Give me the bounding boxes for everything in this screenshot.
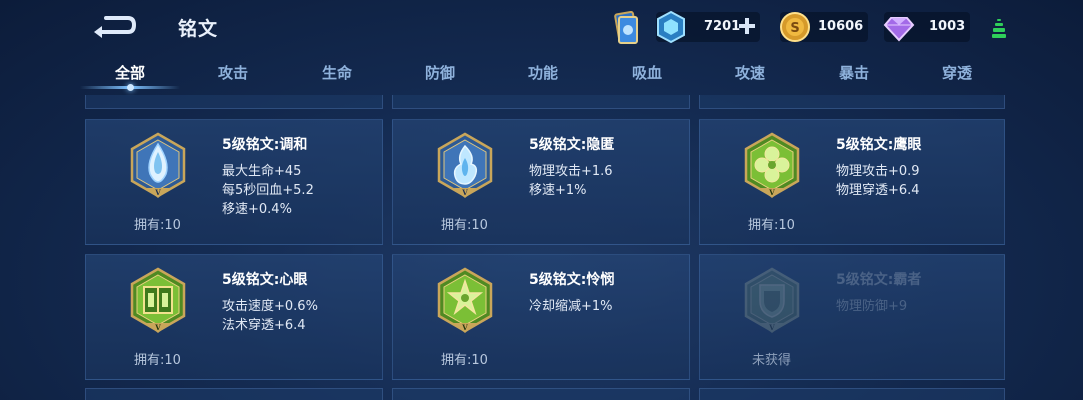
previous-row-card bbox=[392, 95, 690, 109]
rune-stat: 冷却缩减+1% bbox=[529, 299, 613, 314]
owned-count: 拥有:10 bbox=[134, 353, 181, 368]
rune-card-harmony[interactable]: V 拥有:10 5级铭文:调和 最大生命+45 每5秒回血+5.2 移速+0.4… bbox=[85, 119, 383, 245]
back-arrow-icon[interactable] bbox=[88, 12, 136, 40]
rune-stat: 移速+1% bbox=[529, 183, 587, 198]
active-tab-dot bbox=[127, 84, 134, 91]
rune-stat: 移速+0.4% bbox=[222, 202, 292, 217]
next-row-card bbox=[392, 388, 690, 400]
purple-diamond-icon bbox=[883, 17, 915, 42]
tab-lifesteal[interactable]: 吸血 bbox=[632, 62, 662, 83]
rune-name: 5级铭文:鹰眼 bbox=[836, 137, 922, 153]
teardrop-rune-icon: V bbox=[130, 132, 186, 198]
rune-stat: 法术穿透+6.4 bbox=[222, 318, 306, 333]
rune-card-stealth[interactable]: V 拥有:10 5级铭文:隐匿 物理攻击+1.6 移速+1% bbox=[392, 119, 690, 245]
gold-currency: S 10606 bbox=[780, 12, 868, 42]
diamond-count: 1003 bbox=[929, 19, 966, 34]
next-row-card bbox=[85, 388, 383, 400]
rune-card-icon[interactable] bbox=[611, 11, 641, 45]
gold-count: 10606 bbox=[818, 19, 864, 34]
rune-stat: 物理防御+9 bbox=[836, 299, 908, 314]
rune-stat: 物理攻击+0.9 bbox=[836, 164, 920, 179]
tab-attack[interactable]: 攻击 bbox=[218, 62, 248, 83]
owned-count: 拥有:10 bbox=[134, 218, 181, 233]
rune-card-mind-eye[interactable]: V 拥有:10 5级铭文:心眼 攻击速度+0.6% 法术穿透+6.4 bbox=[85, 254, 383, 380]
rune-name: 5级铭文:调和 bbox=[222, 137, 308, 153]
add-gem-button[interactable] bbox=[736, 15, 758, 37]
blue-crystal-icon bbox=[657, 10, 685, 44]
owned-count: 拥有:10 bbox=[748, 218, 795, 233]
tab-function[interactable]: 功能 bbox=[528, 62, 558, 83]
tab-critical[interactable]: 暴击 bbox=[839, 62, 869, 83]
gold-coin-icon: S bbox=[780, 12, 810, 42]
rune-stat: 每5秒回血+5.2 bbox=[222, 183, 314, 198]
rune-stat: 攻击速度+0.6% bbox=[222, 299, 318, 314]
top-bar: 铭文 7201 S 10606 1003 bbox=[0, 0, 1083, 56]
rune-stat: 物理穿透+6.4 bbox=[836, 183, 920, 198]
wifi-icon bbox=[992, 19, 1006, 38]
tab-attack-speed[interactable]: 攻速 bbox=[735, 62, 765, 83]
next-row-card bbox=[699, 388, 1005, 400]
svg-text:V: V bbox=[461, 188, 468, 197]
gate-rune-icon: V bbox=[130, 267, 186, 333]
flame-rune-icon: V bbox=[437, 132, 493, 198]
rune-card-mercy[interactable]: V 拥有:10 5级铭文:怜悯 冷却缩减+1% bbox=[392, 254, 690, 380]
gem-currency: 7201 bbox=[656, 10, 760, 44]
clover-rune-icon: V bbox=[744, 132, 800, 198]
star-rune-icon: V bbox=[437, 267, 493, 333]
gem-count: 7201 bbox=[704, 19, 741, 34]
svg-text:V: V bbox=[154, 188, 161, 197]
svg-text:S: S bbox=[790, 21, 799, 36]
rune-name: 5级铭文:霸者 bbox=[836, 272, 922, 288]
tab-all[interactable]: 全部 bbox=[115, 62, 145, 83]
owned-count: 拥有:10 bbox=[441, 218, 488, 233]
rune-name: 5级铭文:隐匿 bbox=[529, 137, 615, 153]
shield-rune-icon: V bbox=[744, 267, 800, 333]
rune-stat: 最大生命+45 bbox=[222, 164, 302, 179]
not-owned-label: 未获得 bbox=[752, 353, 792, 368]
rune-card-hawkeye[interactable]: V 拥有:10 5级铭文:鹰眼 物理攻击+0.9 物理穿透+6.4 bbox=[699, 119, 1005, 245]
svg-text:V: V bbox=[768, 323, 775, 332]
svg-text:V: V bbox=[154, 323, 161, 332]
rune-card-overlord[interactable]: V 未获得 5级铭文:霸者 物理防御+9 bbox=[699, 254, 1005, 380]
tab-defense[interactable]: 防御 bbox=[425, 62, 455, 83]
svg-text:V: V bbox=[768, 188, 775, 197]
previous-row-card bbox=[85, 95, 383, 109]
tab-health[interactable]: 生命 bbox=[322, 62, 352, 83]
rune-name: 5级铭文:怜悯 bbox=[529, 272, 615, 288]
rune-name: 5级铭文:心眼 bbox=[222, 272, 308, 288]
rune-stat: 物理攻击+1.6 bbox=[529, 164, 613, 179]
category-tabs: 全部 攻击 生命 防御 功能 吸血 攻速 暴击 穿透 bbox=[80, 60, 1020, 91]
previous-row-card bbox=[699, 95, 1005, 109]
page-title: 铭文 bbox=[178, 18, 219, 40]
tab-penetration[interactable]: 穿透 bbox=[942, 62, 972, 83]
diamond-currency: 1003 bbox=[883, 12, 970, 42]
owned-count: 拥有:10 bbox=[441, 353, 488, 368]
svg-text:V: V bbox=[461, 323, 468, 332]
